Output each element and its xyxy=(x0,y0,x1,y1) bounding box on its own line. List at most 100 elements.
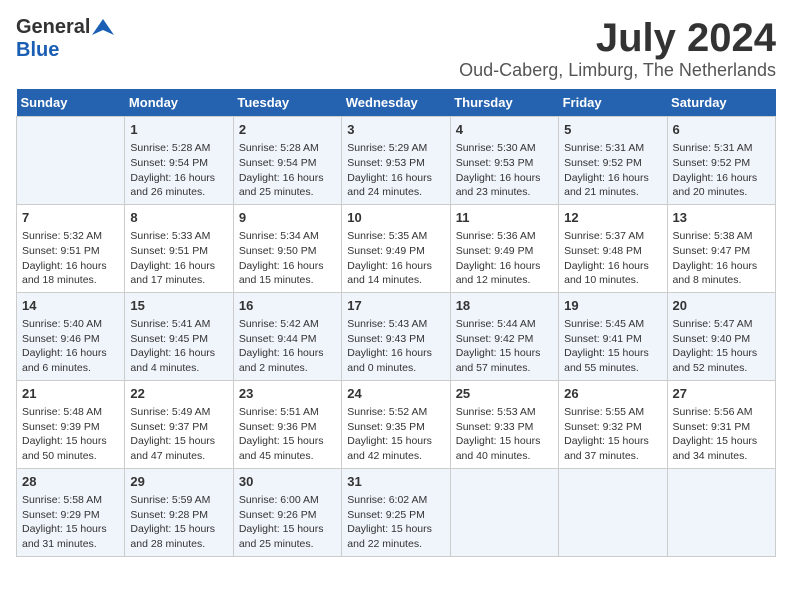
cell-info-line: Sunrise: 5:34 AM xyxy=(239,229,336,244)
cell-info-line: Daylight: 16 hours xyxy=(456,171,553,186)
cell-info-line: and 50 minutes. xyxy=(22,449,119,464)
cell-info-line: Daylight: 16 hours xyxy=(22,259,119,274)
cell-info-line: Sunset: 9:45 PM xyxy=(130,332,227,347)
cell-info-line: and 55 minutes. xyxy=(564,361,661,376)
cell-info-line: Sunset: 9:39 PM xyxy=(22,420,119,435)
day-number: 3 xyxy=(347,121,444,139)
cell-info-line: and 52 minutes. xyxy=(673,361,770,376)
cell-info-line: Sunset: 9:51 PM xyxy=(22,244,119,259)
cell-info-line: Daylight: 15 hours xyxy=(130,522,227,537)
day-number: 13 xyxy=(673,209,770,227)
cell-info-line: Sunset: 9:53 PM xyxy=(456,156,553,171)
cell-info-line: and 26 minutes. xyxy=(130,185,227,200)
cell-info-line: Daylight: 15 hours xyxy=(347,434,444,449)
cell-info-line: Sunset: 9:53 PM xyxy=(347,156,444,171)
day-number: 30 xyxy=(239,473,336,491)
cell-info-line: Sunset: 9:26 PM xyxy=(239,508,336,523)
cell-info-line: Daylight: 16 hours xyxy=(239,346,336,361)
cell-info-line: and 6 minutes. xyxy=(22,361,119,376)
cell-info-line: Daylight: 15 hours xyxy=(673,434,770,449)
header-friday: Friday xyxy=(559,89,667,117)
day-number: 18 xyxy=(456,297,553,315)
header-wednesday: Wednesday xyxy=(342,89,450,117)
cell-info-line: Sunrise: 5:58 AM xyxy=(22,493,119,508)
calendar-week-3: 14Sunrise: 5:40 AMSunset: 9:46 PMDayligh… xyxy=(17,292,776,380)
header-sunday: Sunday xyxy=(17,89,125,117)
cell-info-line: Sunset: 9:52 PM xyxy=(564,156,661,171)
calendar-cell-w1-d1 xyxy=(17,117,125,205)
logo-general-text: General xyxy=(16,16,90,39)
logo: General Blue xyxy=(16,16,114,62)
cell-info-line: Sunrise: 5:28 AM xyxy=(239,141,336,156)
cell-info-line: and 2 minutes. xyxy=(239,361,336,376)
cell-info-line: Sunrise: 6:02 AM xyxy=(347,493,444,508)
day-number: 4 xyxy=(456,121,553,139)
cell-info-line: Sunset: 9:47 PM xyxy=(673,244,770,259)
day-number: 2 xyxy=(239,121,336,139)
day-number: 7 xyxy=(22,209,119,227)
cell-info-line: Sunrise: 5:30 AM xyxy=(456,141,553,156)
cell-info-line: Sunrise: 5:51 AM xyxy=(239,405,336,420)
cell-info-line: Daylight: 15 hours xyxy=(239,434,336,449)
cell-info-line: Daylight: 15 hours xyxy=(456,434,553,449)
day-number: 10 xyxy=(347,209,444,227)
day-number: 17 xyxy=(347,297,444,315)
calendar-cell-w3-d1: 14Sunrise: 5:40 AMSunset: 9:46 PMDayligh… xyxy=(17,292,125,380)
cell-info-line: Sunset: 9:32 PM xyxy=(564,420,661,435)
cell-info-line: Sunrise: 5:49 AM xyxy=(130,405,227,420)
calendar-cell-w4-d1: 21Sunrise: 5:48 AMSunset: 9:39 PMDayligh… xyxy=(17,380,125,468)
calendar-cell-w3-d5: 18Sunrise: 5:44 AMSunset: 9:42 PMDayligh… xyxy=(450,292,558,380)
header-tuesday: Tuesday xyxy=(233,89,341,117)
cell-info-line: Sunset: 9:43 PM xyxy=(347,332,444,347)
day-number: 31 xyxy=(347,473,444,491)
calendar-cell-w1-d3: 2Sunrise: 5:28 AMSunset: 9:54 PMDaylight… xyxy=(233,117,341,205)
cell-info-line: Sunrise: 5:28 AM xyxy=(130,141,227,156)
cell-info-line: Sunrise: 5:59 AM xyxy=(130,493,227,508)
calendar-cell-w1-d7: 6Sunrise: 5:31 AMSunset: 9:52 PMDaylight… xyxy=(667,117,775,205)
calendar-cell-w2-d5: 11Sunrise: 5:36 AMSunset: 9:49 PMDayligh… xyxy=(450,204,558,292)
cell-info-line: Daylight: 16 hours xyxy=(564,259,661,274)
day-number: 23 xyxy=(239,385,336,403)
cell-info-line: and 40 minutes. xyxy=(456,449,553,464)
calendar-cell-w4-d3: 23Sunrise: 5:51 AMSunset: 9:36 PMDayligh… xyxy=(233,380,341,468)
day-number: 1 xyxy=(130,121,227,139)
day-number: 28 xyxy=(22,473,119,491)
cell-info-line: Sunset: 9:54 PM xyxy=(130,156,227,171)
cell-info-line: and 25 minutes. xyxy=(239,537,336,552)
cell-info-line: and 57 minutes. xyxy=(456,361,553,376)
cell-info-line: Daylight: 16 hours xyxy=(456,259,553,274)
calendar-week-2: 7Sunrise: 5:32 AMSunset: 9:51 PMDaylight… xyxy=(17,204,776,292)
cell-info-line: Daylight: 15 hours xyxy=(239,522,336,537)
cell-info-line: Daylight: 16 hours xyxy=(673,171,770,186)
cell-info-line: and 4 minutes. xyxy=(130,361,227,376)
cell-info-line: Sunrise: 5:48 AM xyxy=(22,405,119,420)
day-number: 27 xyxy=(673,385,770,403)
cell-info-line: Daylight: 16 hours xyxy=(22,346,119,361)
calendar-cell-w3-d7: 20Sunrise: 5:47 AMSunset: 9:40 PMDayligh… xyxy=(667,292,775,380)
cell-info-line: and 47 minutes. xyxy=(130,449,227,464)
cell-info-line: and 0 minutes. xyxy=(347,361,444,376)
day-number: 14 xyxy=(22,297,119,315)
calendar-cell-w2-d2: 8Sunrise: 5:33 AMSunset: 9:51 PMDaylight… xyxy=(125,204,233,292)
calendar-cell-w3-d6: 19Sunrise: 5:45 AMSunset: 9:41 PMDayligh… xyxy=(559,292,667,380)
day-number: 16 xyxy=(239,297,336,315)
cell-info-line: Sunrise: 5:47 AM xyxy=(673,317,770,332)
day-number: 15 xyxy=(130,297,227,315)
calendar-cell-w4-d6: 26Sunrise: 5:55 AMSunset: 9:32 PMDayligh… xyxy=(559,380,667,468)
calendar-cell-w3-d3: 16Sunrise: 5:42 AMSunset: 9:44 PMDayligh… xyxy=(233,292,341,380)
cell-info-line: Sunrise: 5:31 AM xyxy=(564,141,661,156)
cell-info-line: and 42 minutes. xyxy=(347,449,444,464)
calendar-cell-w1-d2: 1Sunrise: 5:28 AMSunset: 9:54 PMDaylight… xyxy=(125,117,233,205)
header-thursday: Thursday xyxy=(450,89,558,117)
cell-info-line: Sunrise: 5:42 AM xyxy=(239,317,336,332)
cell-info-line: Daylight: 16 hours xyxy=(239,171,336,186)
cell-info-line: and 45 minutes. xyxy=(239,449,336,464)
calendar-cell-w5-d4: 31Sunrise: 6:02 AMSunset: 9:25 PMDayligh… xyxy=(342,468,450,556)
cell-info-line: Daylight: 15 hours xyxy=(456,346,553,361)
cell-info-line: Sunset: 9:52 PM xyxy=(673,156,770,171)
calendar-cell-w5-d2: 29Sunrise: 5:59 AMSunset: 9:28 PMDayligh… xyxy=(125,468,233,556)
cell-info-line: and 25 minutes. xyxy=(239,185,336,200)
day-number: 8 xyxy=(130,209,227,227)
cell-info-line: Daylight: 15 hours xyxy=(564,346,661,361)
cell-info-line: and 8 minutes. xyxy=(673,273,770,288)
